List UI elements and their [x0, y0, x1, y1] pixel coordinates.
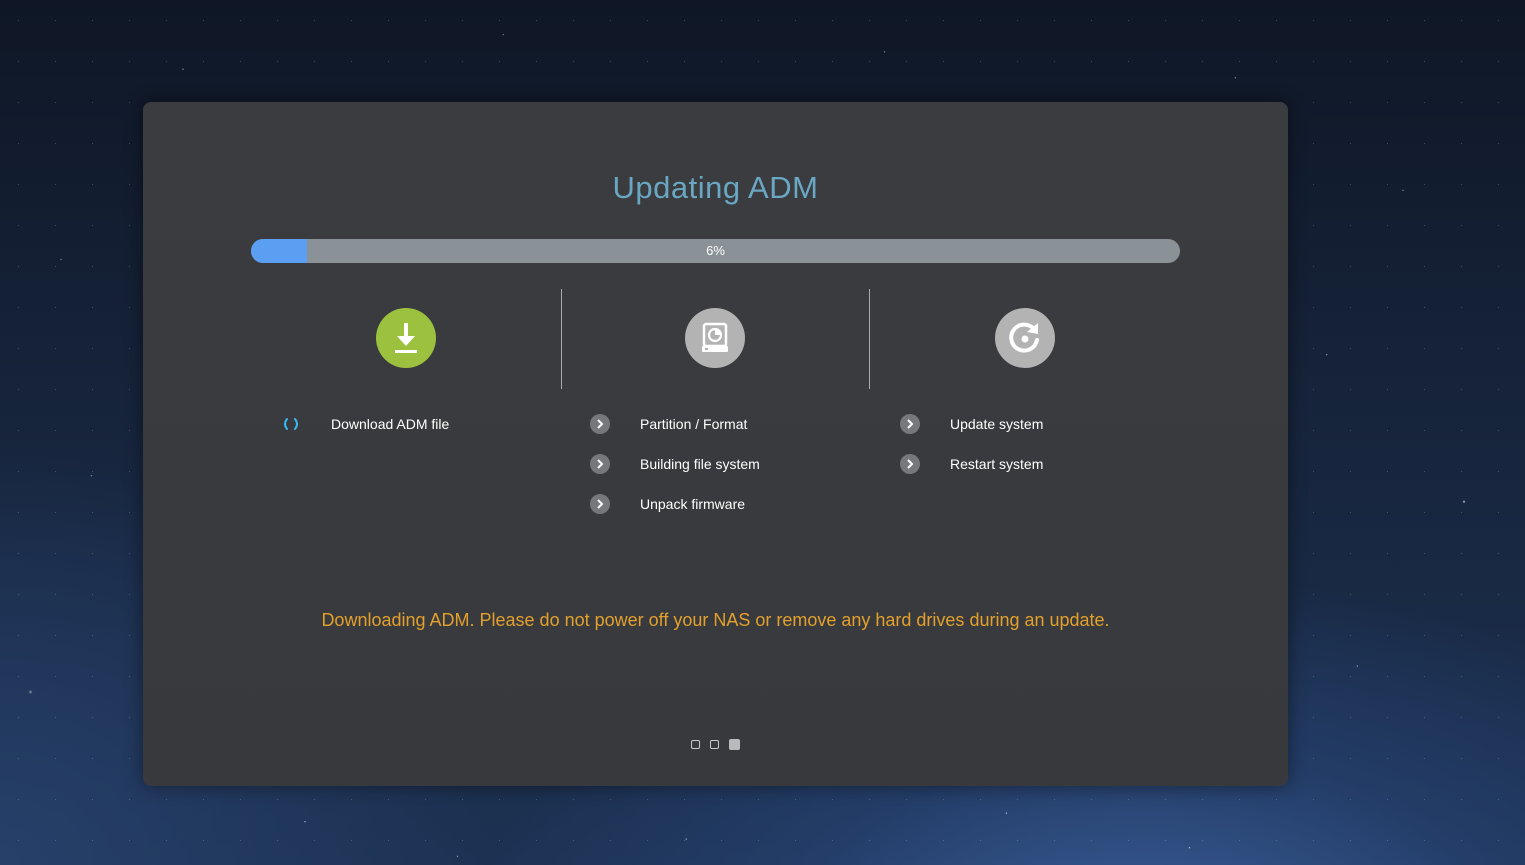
- loading-spinner-icon: [281, 414, 301, 434]
- task-label: Update system: [950, 416, 1044, 432]
- step-partition: [685, 308, 745, 368]
- chevron-right-icon: [900, 454, 920, 474]
- task-label: Partition / Format: [640, 416, 748, 432]
- task-label: Download ADM file: [331, 416, 450, 432]
- chevron-right-icon: [590, 494, 610, 514]
- task-update-system: Update system: [900, 413, 1043, 435]
- chevron-right-icon: [590, 454, 610, 474]
- task-label: Building file system: [640, 456, 760, 472]
- update-dialog: Updating ADM 6% Download ADM file Partit…: [143, 102, 1288, 786]
- step-restart: [995, 308, 1055, 368]
- page-dot-3[interactable]: [729, 739, 740, 750]
- task-partition-format: Partition / Format: [590, 413, 747, 435]
- page-indicator: [691, 739, 740, 750]
- chevron-right-icon: [590, 414, 610, 434]
- disk-partition-icon: [702, 322, 728, 352]
- progress-bar: 6%: [251, 239, 1180, 263]
- page-dot-1[interactable]: [691, 740, 700, 749]
- column-divider: [869, 289, 870, 389]
- task-download-adm-file: Download ADM file: [281, 413, 449, 435]
- step-download: [376, 308, 436, 368]
- chevron-right-icon: [900, 414, 920, 434]
- download-icon: [395, 323, 417, 353]
- task-restart-system: Restart system: [900, 453, 1043, 475]
- progress-percent: 6%: [706, 243, 725, 258]
- task-unpack-firmware: Unpack firmware: [590, 493, 745, 515]
- page-dot-2[interactable]: [710, 740, 719, 749]
- dialog-title: Updating ADM: [612, 170, 819, 205]
- task-building-file-system: Building file system: [590, 453, 760, 475]
- column-divider: [561, 289, 562, 389]
- update-warning-message: Downloading ADM. Please do not power off…: [321, 610, 1110, 630]
- task-label: Unpack firmware: [640, 496, 746, 512]
- task-label: Restart system: [950, 456, 1044, 472]
- restart-icon: [1009, 322, 1039, 353]
